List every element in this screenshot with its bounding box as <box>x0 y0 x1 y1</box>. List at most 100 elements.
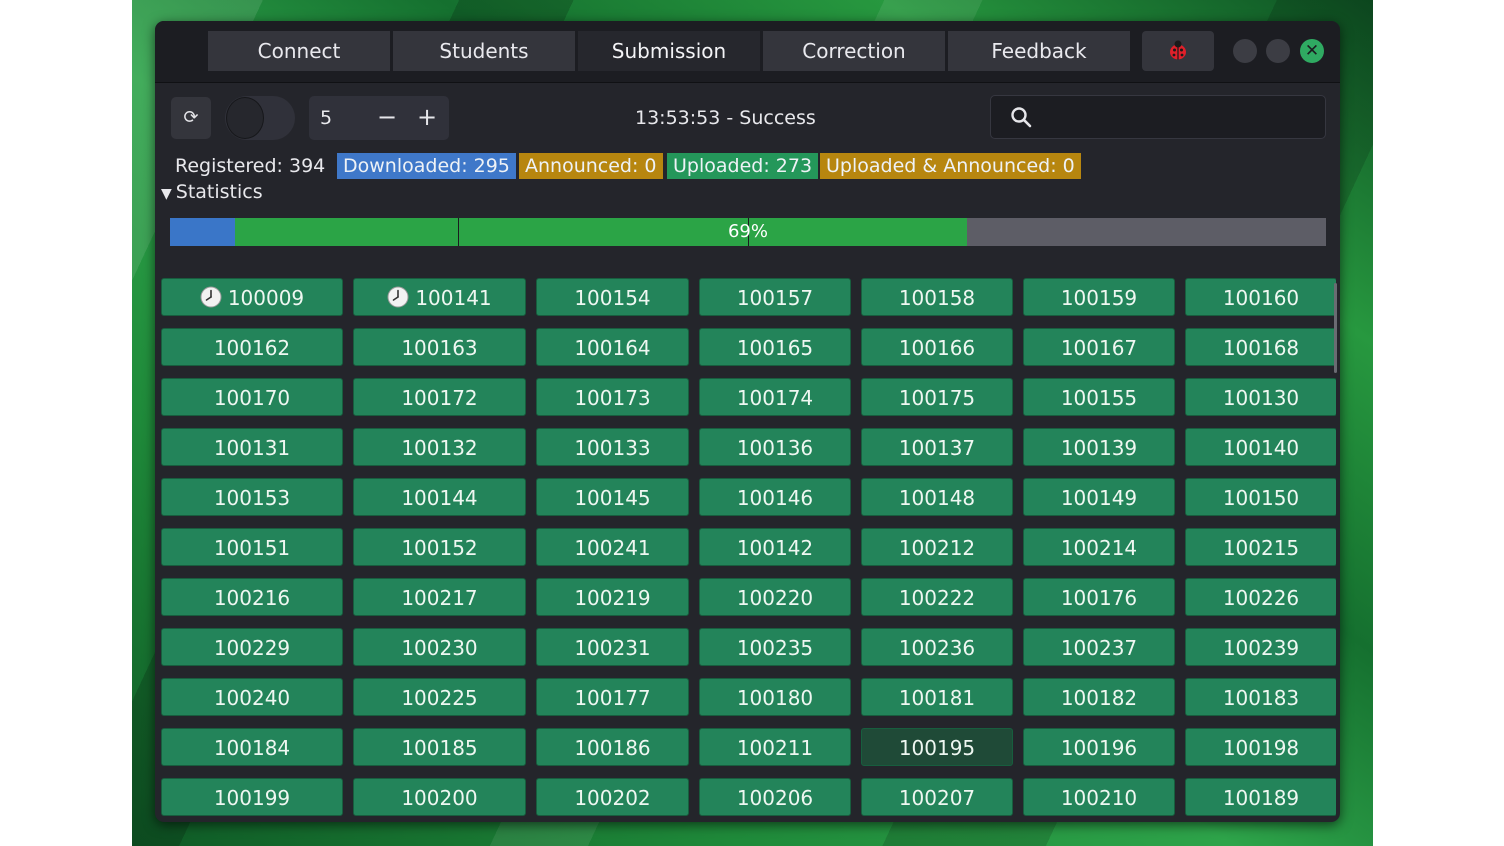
uploaded-announced-badge: Uploaded & Announced: 0 <box>820 153 1081 179</box>
tab-submission[interactable]: Submission <box>578 31 760 71</box>
student-button[interactable]: 100240 <box>161 678 343 716</box>
student-button[interactable]: 100196 <box>1023 728 1175 766</box>
student-button[interactable]: 100195 <box>861 728 1013 766</box>
student-button[interactable]: 100162 <box>161 328 343 366</box>
scrollbar[interactable] <box>1334 283 1337 373</box>
student-button[interactable]: 100189 <box>1185 778 1336 816</box>
student-button[interactable]: 100150 <box>1185 478 1336 516</box>
refresh-button[interactable]: ⟳ <box>171 97 211 139</box>
student-button[interactable]: 100180 <box>699 678 851 716</box>
student-button[interactable]: 100160 <box>1185 278 1336 316</box>
close-button[interactable]: ✕ <box>1300 39 1324 63</box>
student-button[interactable]: 100226 <box>1185 578 1336 616</box>
toggle-knob[interactable] <box>226 97 264 139</box>
student-button[interactable]: 100139 <box>1023 428 1175 466</box>
bug-report-button[interactable] <box>1142 31 1214 71</box>
student-button[interactable]: 100158 <box>861 278 1013 316</box>
search-box[interactable] <box>990 95 1326 139</box>
student-button[interactable]: 100009 <box>161 278 343 316</box>
student-button[interactable]: 100148 <box>861 478 1013 516</box>
student-button[interactable]: 100184 <box>161 728 343 766</box>
student-button[interactable]: 100183 <box>1185 678 1336 716</box>
student-button[interactable]: 100217 <box>353 578 526 616</box>
student-button[interactable]: 100149 <box>1023 478 1175 516</box>
minimize-button[interactable] <box>1233 39 1257 63</box>
student-button[interactable]: 100172 <box>353 378 526 416</box>
student-button[interactable]: 100140 <box>1185 428 1336 466</box>
student-button[interactable]: 100154 <box>536 278 689 316</box>
student-button[interactable]: 100173 <box>536 378 689 416</box>
student-button[interactable]: 100200 <box>353 778 526 816</box>
student-button[interactable]: 100225 <box>353 678 526 716</box>
student-button[interactable]: 100145 <box>536 478 689 516</box>
student-button[interactable]: 100163 <box>353 328 526 366</box>
student-button[interactable]: 100144 <box>353 478 526 516</box>
student-button[interactable]: 100211 <box>699 728 851 766</box>
student-button[interactable]: 100235 <box>699 628 851 666</box>
student-button[interactable]: 100165 <box>699 328 851 366</box>
student-button[interactable]: 100174 <box>699 378 851 416</box>
student-button[interactable]: 100131 <box>161 428 343 466</box>
student-button[interactable]: 100168 <box>1185 328 1336 366</box>
student-button[interactable]: 100222 <box>861 578 1013 616</box>
student-button[interactable]: 100164 <box>536 328 689 366</box>
student-button[interactable]: 100176 <box>1023 578 1175 616</box>
student-button[interactable]: 100202 <box>536 778 689 816</box>
student-button[interactable]: 100231 <box>536 628 689 666</box>
maximize-button[interactable] <box>1266 39 1290 63</box>
student-button[interactable]: 100216 <box>161 578 343 616</box>
student-button[interactable]: 100157 <box>699 278 851 316</box>
student-button[interactable]: 100207 <box>861 778 1013 816</box>
tab-feedback[interactable]: Feedback <box>948 31 1130 71</box>
student-button[interactable]: 100214 <box>1023 528 1175 566</box>
tab-correction[interactable]: Correction <box>763 31 945 71</box>
student-button[interactable]: 100241 <box>536 528 689 566</box>
student-button[interactable]: 100153 <box>161 478 343 516</box>
student-button[interactable]: 100136 <box>699 428 851 466</box>
student-button[interactable]: 100181 <box>861 678 1013 716</box>
student-button[interactable]: 100239 <box>1185 628 1336 666</box>
student-button[interactable]: 100186 <box>536 728 689 766</box>
interval-value[interactable]: 5 <box>320 96 332 140</box>
decrement-button[interactable]: − <box>367 96 407 140</box>
student-button[interactable]: 100198 <box>1185 728 1336 766</box>
student-button[interactable]: 100210 <box>1023 778 1175 816</box>
student-button[interactable]: 100220 <box>699 578 851 616</box>
student-button[interactable]: 100170 <box>161 378 343 416</box>
student-id: 100174 <box>736 386 814 410</box>
student-button[interactable]: 100230 <box>353 628 526 666</box>
student-button[interactable]: 100159 <box>1023 278 1175 316</box>
student-button[interactable]: 100182 <box>1023 678 1175 716</box>
student-id: 100181 <box>898 686 976 710</box>
student-button[interactable]: 100215 <box>1185 528 1336 566</box>
increment-button[interactable]: + <box>407 96 447 140</box>
student-button[interactable]: 100237 <box>1023 628 1175 666</box>
student-button[interactable]: 100177 <box>536 678 689 716</box>
tab-connect[interactable]: Connect <box>208 31 390 71</box>
student-button[interactable]: 100155 <box>1023 378 1175 416</box>
tab-students[interactable]: Students <box>393 31 575 71</box>
student-button[interactable]: 100206 <box>699 778 851 816</box>
search-input[interactable] <box>1043 101 1317 135</box>
student-button[interactable]: 100151 <box>161 528 343 566</box>
student-button[interactable]: 100167 <box>1023 328 1175 366</box>
student-button[interactable]: 100133 <box>536 428 689 466</box>
student-button[interactable]: 100236 <box>861 628 1013 666</box>
toggle-switch[interactable] <box>225 96 295 140</box>
student-button[interactable]: 100130 <box>1185 378 1336 416</box>
student-id: 100216 <box>213 586 291 610</box>
student-button[interactable]: 100199 <box>161 778 343 816</box>
student-button[interactable]: 100229 <box>161 628 343 666</box>
student-button[interactable]: 100219 <box>536 578 689 616</box>
student-button[interactable]: 100166 <box>861 328 1013 366</box>
student-button[interactable]: 100175 <box>861 378 1013 416</box>
student-button[interactable]: 100212 <box>861 528 1013 566</box>
statistics-expander[interactable]: ▼ Statistics <box>161 179 263 205</box>
student-button[interactable]: 100141 <box>353 278 526 316</box>
student-button[interactable]: 100146 <box>699 478 851 516</box>
student-button[interactable]: 100137 <box>861 428 1013 466</box>
student-button[interactable]: 100185 <box>353 728 526 766</box>
student-button[interactable]: 100142 <box>699 528 851 566</box>
student-button[interactable]: 100152 <box>353 528 526 566</box>
student-button[interactable]: 100132 <box>353 428 526 466</box>
